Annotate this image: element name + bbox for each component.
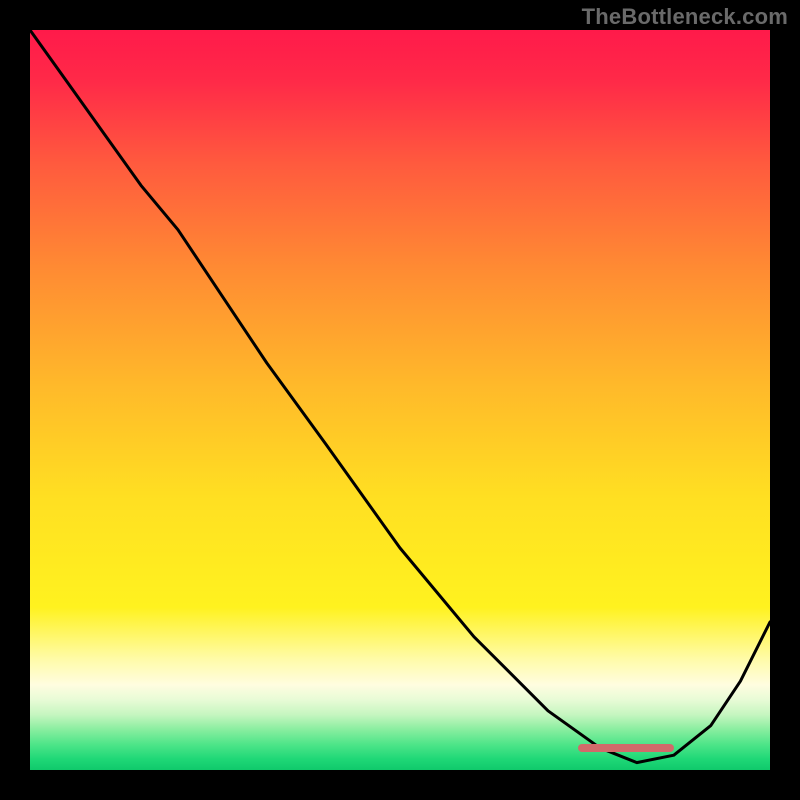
optimal-range-marker xyxy=(578,744,674,752)
attribution-text: TheBottleneck.com xyxy=(582,4,788,30)
curve-line xyxy=(30,30,770,770)
plot-area xyxy=(30,30,770,770)
chart-container: TheBottleneck.com xyxy=(0,0,800,800)
plot-frame xyxy=(30,30,770,770)
